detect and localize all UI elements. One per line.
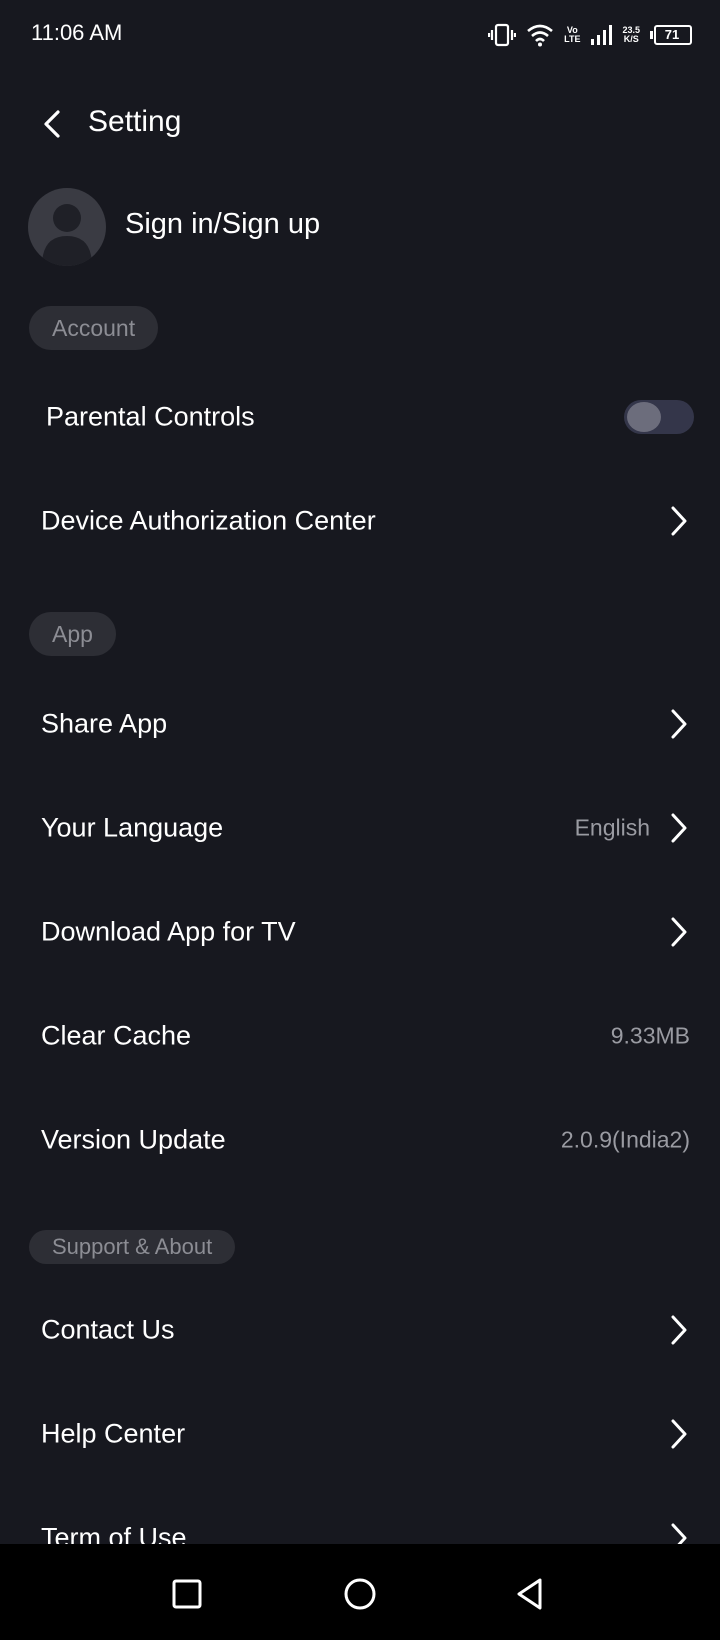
page-title: Setting [88, 105, 182, 138]
back-arrow-icon [44, 110, 60, 138]
language-row[interactable]: Your Language English [0, 783, 720, 873]
recent-apps-icon [172, 1579, 202, 1609]
parental-controls-label: Parental Controls [46, 401, 255, 432]
volte-indicator: Vo LTE [564, 26, 580, 44]
avatar[interactable] [28, 188, 106, 266]
device-authorization-label: Device Authorization Center [41, 505, 376, 536]
system-nav-bar [0, 1544, 720, 1640]
chevron-right-icon [671, 1419, 687, 1449]
header: Setting [0, 88, 720, 160]
speed-unit: K/S [623, 34, 639, 44]
chevron-right-icon [671, 506, 687, 536]
home-icon [344, 1578, 376, 1610]
battery-icon: 71 [650, 25, 692, 45]
back-button[interactable] [34, 104, 74, 144]
download-tv-label: Download App for TV [41, 916, 296, 947]
battery-level: 71 [664, 27, 680, 42]
version-value: 2.0.9(India2) [560, 1126, 690, 1153]
help-center-label: Help Center [41, 1418, 186, 1449]
chevron-right-icon [671, 813, 687, 843]
parental-controls-toggle[interactable] [624, 400, 694, 434]
language-label: Your Language [41, 812, 224, 843]
chevron-right-icon [671, 709, 687, 739]
status-time: 11:06 AM [31, 20, 123, 45]
recent-apps-button[interactable] [165, 1572, 209, 1616]
vibrate-icon [488, 23, 517, 47]
volte-bottom: LTE [564, 34, 581, 44]
share-app-row[interactable]: Share App [0, 679, 720, 769]
signal-icon [591, 25, 613, 45]
back-nav-icon [517, 1578, 542, 1610]
help-center-row[interactable]: Help Center [0, 1389, 720, 1479]
default-avatar-icon [42, 204, 92, 266]
status-bar: 11:06 AM Vo LTE 23.5 K/S 71 [0, 0, 720, 70]
sign-in-row[interactable]: Sign in/Sign up [28, 188, 692, 266]
language-value: English [574, 814, 650, 841]
toggle-knob [627, 402, 661, 432]
device-authorization-row[interactable]: Device Authorization Center [0, 476, 720, 566]
wifi-icon [527, 24, 553, 47]
status-icons: Vo LTE 23.5 K/S 71 [488, 18, 692, 52]
chevron-right-icon [671, 1315, 687, 1345]
home-button[interactable] [338, 1572, 382, 1616]
share-app-label: Share App [41, 708, 168, 739]
section-app: App [29, 612, 116, 656]
version-update-row[interactable]: Version Update 2.0.9(India2) [0, 1095, 720, 1185]
parental-controls-row: Parental Controls [0, 372, 720, 462]
contact-us-row[interactable]: Contact Us [0, 1285, 720, 1375]
clear-cache-label: Clear Cache [41, 1020, 192, 1051]
section-support: Support & About [29, 1230, 236, 1264]
clear-cache-row[interactable]: Clear Cache 9.33MB [0, 991, 720, 1081]
section-account: Account [29, 306, 159, 350]
nav-back-button[interactable] [508, 1572, 552, 1616]
cache-size-value: 9.33MB [610, 1022, 690, 1049]
version-update-label: Version Update [41, 1124, 226, 1155]
sign-in-label[interactable]: Sign in/Sign up [125, 208, 320, 241]
contact-us-label: Contact Us [41, 1314, 175, 1345]
chevron-right-icon [671, 917, 687, 947]
network-speed: 23.5 K/S [622, 26, 640, 44]
download-tv-row[interactable]: Download App for TV [0, 887, 720, 977]
